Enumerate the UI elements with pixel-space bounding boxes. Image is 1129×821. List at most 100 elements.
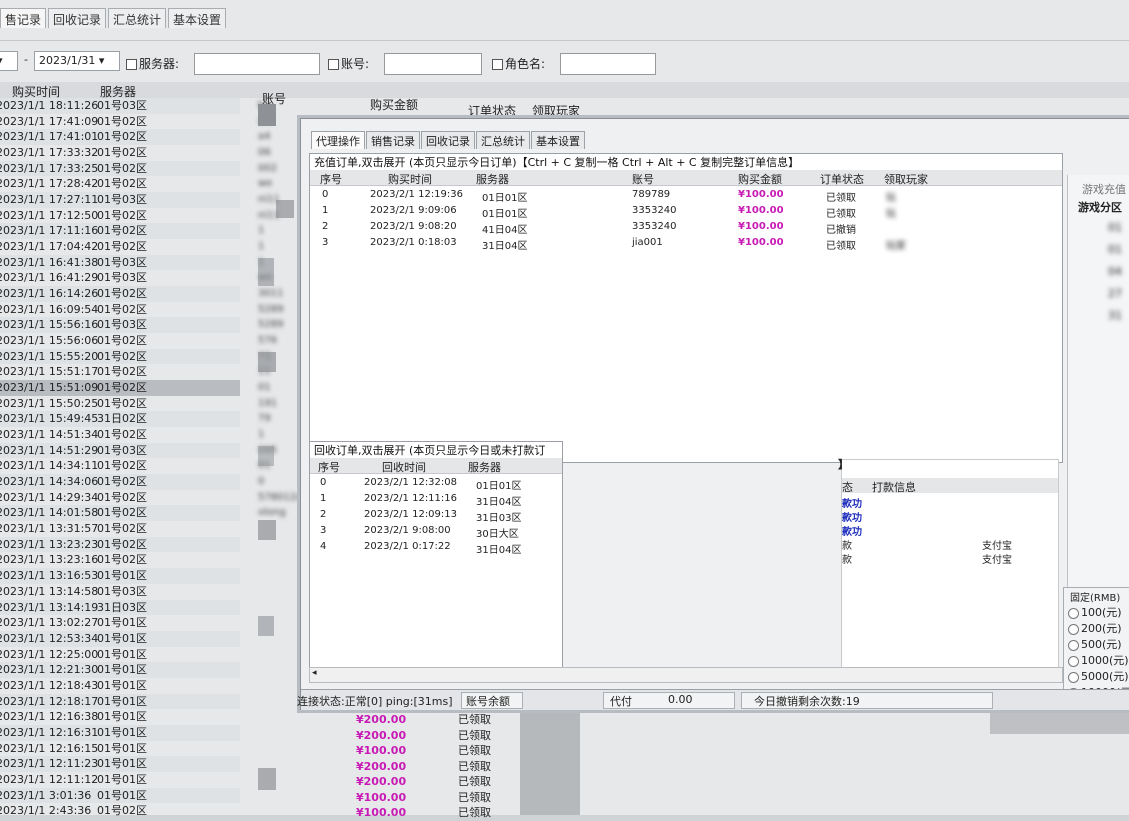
- table-row[interactable]: 款支付宝: [842, 550, 1058, 566]
- table-row[interactable]: 2023/1/1 13:14:19 31日03区: [0, 599, 240, 616]
- table-row[interactable]: ¥100.00 已领取: [340, 743, 500, 759]
- amount-radio[interactable]: 1000(元): [1068, 652, 1129, 668]
- table-row[interactable]: 2023/1/1 15:55:20 01号02区: [0, 348, 240, 365]
- table-row[interactable]: 2023/1/1 17:33:32 01号02区: [0, 145, 240, 161]
- game-zone-item[interactable]: 31: [1108, 309, 1122, 322]
- table-row[interactable]: 2023/1/1 17:12:50 01号02区: [0, 208, 240, 224]
- table-row[interactable]: 2 2023/2/1 12:09:13 31日03区: [310, 508, 562, 524]
- tab-agent-operations[interactable]: 代理操作: [311, 131, 365, 149]
- table-row[interactable]: 2023/1/1 14:01:58 01号02区: [0, 505, 240, 522]
- bg-tab-settings[interactable]: 基本设置: [168, 8, 227, 28]
- table-row[interactable]: 2023/1/1 17:41:01 01号02区: [0, 129, 240, 146]
- table-row[interactable]: 2023/1/1 14:34:11 01号02区: [0, 458, 240, 474]
- recycle-payment-panel: 】 态 打款信息 款功 款功 款功款支付宝款支付宝: [838, 458, 1059, 677]
- bg-tab-sales[interactable]: 售记录: [0, 8, 47, 28]
- table-row[interactable]: 2023/1/1 12:53:34 01号01区: [0, 630, 240, 647]
- table-row[interactable]: ¥100.00 已领取: [340, 805, 500, 821]
- table-row[interactable]: 2023/1/1 13:14:58 01号03区: [0, 584, 240, 600]
- table-row[interactable]: 2023/1/1 16:09:54 01号02区: [0, 302, 240, 318]
- table-row[interactable]: 0 2023/2/1 12:32:08 01日01区: [310, 476, 562, 492]
- table-row[interactable]: 2 2023/2/1 9:08:20 41日04区 3353240 ¥100.00 已撤销: [310, 220, 1062, 236]
- table-row[interactable]: 2023/1/1 13:23:23 01号02区: [0, 536, 240, 553]
- table-row[interactable]: 2023/1/1 14:51:34 01号02区: [0, 427, 240, 443]
- table-row[interactable]: 2023/1/1 15:49:45 31日02区: [0, 411, 240, 428]
- bg-tab-summary[interactable]: 汇总统计: [108, 8, 167, 28]
- table-row[interactable]: 2023/1/1 15:50:25 01号02区: [0, 396, 240, 412]
- table-row[interactable]: 款支付宝: [842, 536, 1058, 552]
- bg-tab-recycle[interactable]: 回收记录: [48, 8, 107, 28]
- purchase-time: 2023/1/1 14:51:29: [0, 443, 99, 457]
- amount-radio[interactable]: 100(元): [1068, 604, 1122, 620]
- table-row[interactable]: 2023/1/1 14:34:06 01号02区: [0, 474, 240, 490]
- game-zone-item[interactable]: 27: [1108, 287, 1122, 300]
- game-zone-item[interactable]: 01: [1108, 221, 1122, 234]
- table-row[interactable]: 2023/1/1 12:16:31 01号01区: [0, 724, 240, 741]
- game-zone-item[interactable]: 01: [1108, 243, 1122, 256]
- table-row[interactable]: 4 2023/2/1 0:17:22 31日04区: [310, 540, 562, 556]
- table-row[interactable]: 2023/1/1 17:11:16 01号02区: [0, 223, 240, 240]
- date-from-dropdown[interactable]: ▾: [0, 51, 18, 71]
- tab-settings[interactable]: 基本设置: [531, 131, 585, 149]
- table-row[interactable]: 1 2023/2/1 9:09:06 01日01区 3353240 ¥100.00 已领取…: [310, 204, 1062, 220]
- table-row[interactable]: ¥200.00 已领取: [340, 728, 500, 744]
- table-row[interactable]: 2023/1/1 12:25:00 01号01区: [0, 647, 240, 663]
- table-row[interactable]: 2023/1/1 12:18:17 01号01区: [0, 693, 240, 710]
- table-row[interactable]: 2023/1/1 15:56:06 01号02区: [0, 333, 240, 349]
- table-row[interactable]: 2023/1/1 13:31:57 01号02区: [0, 521, 240, 537]
- table-row[interactable]: 2023/1/1 16:41:38 01号03区: [0, 254, 240, 271]
- amount-radio[interactable]: 500(元): [1068, 636, 1122, 652]
- table-row[interactable]: 2023/1/1 14:29:34 01号02区: [0, 490, 240, 506]
- table-row[interactable]: 2023/1/1 17:33:25 01号02区: [0, 160, 240, 177]
- table-row[interactable]: ¥200.00 已领取: [340, 774, 500, 790]
- table-row[interactable]: 款功: [842, 522, 1058, 538]
- table-row[interactable]: 2023/1/1 16:41:29 01号03区: [0, 270, 240, 286]
- table-row[interactable]: 2023/1/1 2:43:36 01号02区: [0, 803, 240, 819]
- table-row[interactable]: 款功: [842, 508, 1058, 524]
- table-row[interactable]: 2023/1/1 18:11:26 01号03区: [0, 98, 240, 114]
- table-row[interactable]: 2023/1/1 12:18:43 01号01区: [0, 678, 240, 694]
- table-row[interactable]: 3 2023/2/1 9:08:00 30日大区: [310, 524, 562, 540]
- table-row[interactable]: 2023/1/1 13:16:53 01号01区: [0, 568, 240, 584]
- account-filter-input[interactable]: [384, 53, 482, 75]
- horizontal-scrollbar[interactable]: ◂: [309, 667, 1063, 683]
- table-row[interactable]: 2023/1/1 13:02:27 01号01区: [0, 615, 240, 631]
- table-row[interactable]: 2023/1/1 13:23:16 01号02区: [0, 552, 240, 568]
- tab-summary[interactable]: 汇总统计: [476, 131, 530, 149]
- recycle-time: 2023/2/1 0:17:22: [364, 541, 451, 552]
- table-row[interactable]: 2023/1/1 12:21:30 01号01区: [0, 662, 240, 678]
- table-row[interactable]: 2023/1/1 16:14:26 01号02区: [0, 286, 240, 302]
- table-row[interactable]: 2023/1/1 17:04:42 01号02区: [0, 239, 240, 255]
- table-row[interactable]: 2023/1/1 15:51:09 01号02区: [0, 380, 240, 396]
- scroll-left-icon[interactable]: ◂: [312, 668, 317, 678]
- table-row[interactable]: 3 2023/2/1 0:18:03 31日04区 jia001 ¥100.00 已领取 玩…: [310, 236, 1062, 252]
- role-filter-checkbox[interactable]: 角色名:: [492, 55, 545, 72]
- table-row[interactable]: 款功: [842, 494, 1058, 510]
- order-status: 已领取: [458, 806, 491, 819]
- game-zone-item[interactable]: 04: [1108, 265, 1122, 278]
- table-row[interactable]: 2023/1/1 17:27:11 01号03区: [0, 192, 240, 208]
- tab-sales-records[interactable]: 销售记录: [366, 131, 420, 149]
- table-row[interactable]: 0 2023/2/1 12:19:36 01日01区 789789 ¥100.00 已领取…: [310, 188, 1062, 204]
- account-filter-checkbox[interactable]: 账号:: [328, 55, 369, 72]
- table-row[interactable]: 2023/1/1 12:16:15 01号01区: [0, 741, 240, 757]
- table-row[interactable]: ¥100.00 已领取: [340, 790, 500, 806]
- server-filter-input[interactable]: [194, 53, 320, 75]
- role-filter-input[interactable]: [560, 53, 656, 75]
- table-row[interactable]: ¥200.00 已领取: [340, 759, 500, 775]
- table-row[interactable]: 2023/1/1 12:16:38 01号01区: [0, 709, 240, 725]
- date-to-dropdown[interactable]: 2023/1/31 ▾: [34, 51, 120, 71]
- tab-recycle-records[interactable]: 回收记录: [421, 131, 475, 149]
- table-row[interactable]: 2023/1/1 15:51:17 01号02区: [0, 364, 240, 380]
- table-row[interactable]: 2023/1/1 12:11:12 01号01区: [0, 772, 240, 788]
- table-row[interactable]: 2023/1/1 17:28:42 01号02区: [0, 176, 240, 192]
- table-row[interactable]: 1 2023/2/1 12:11:16 31日04区: [310, 492, 562, 508]
- table-row[interactable]: ¥200.00 已领取: [340, 712, 500, 728]
- server-filter-checkbox[interactable]: 服务器:: [126, 55, 179, 72]
- table-row[interactable]: 2023/1/1 12:11:23 01号01区: [0, 756, 240, 772]
- table-row[interactable]: 2023/1/1 17:41:09 01号02区: [0, 114, 240, 130]
- amount-radio[interactable]: 5000(元): [1068, 668, 1129, 684]
- table-row[interactable]: 2023/1/1 3:01:36 01号01区: [0, 787, 240, 804]
- table-row[interactable]: 2023/1/1 15:56:16 01号03区: [0, 317, 240, 334]
- table-row[interactable]: 2023/1/1 14:51:29 01号03区: [0, 442, 240, 459]
- amount-radio[interactable]: 200(元): [1068, 620, 1122, 636]
